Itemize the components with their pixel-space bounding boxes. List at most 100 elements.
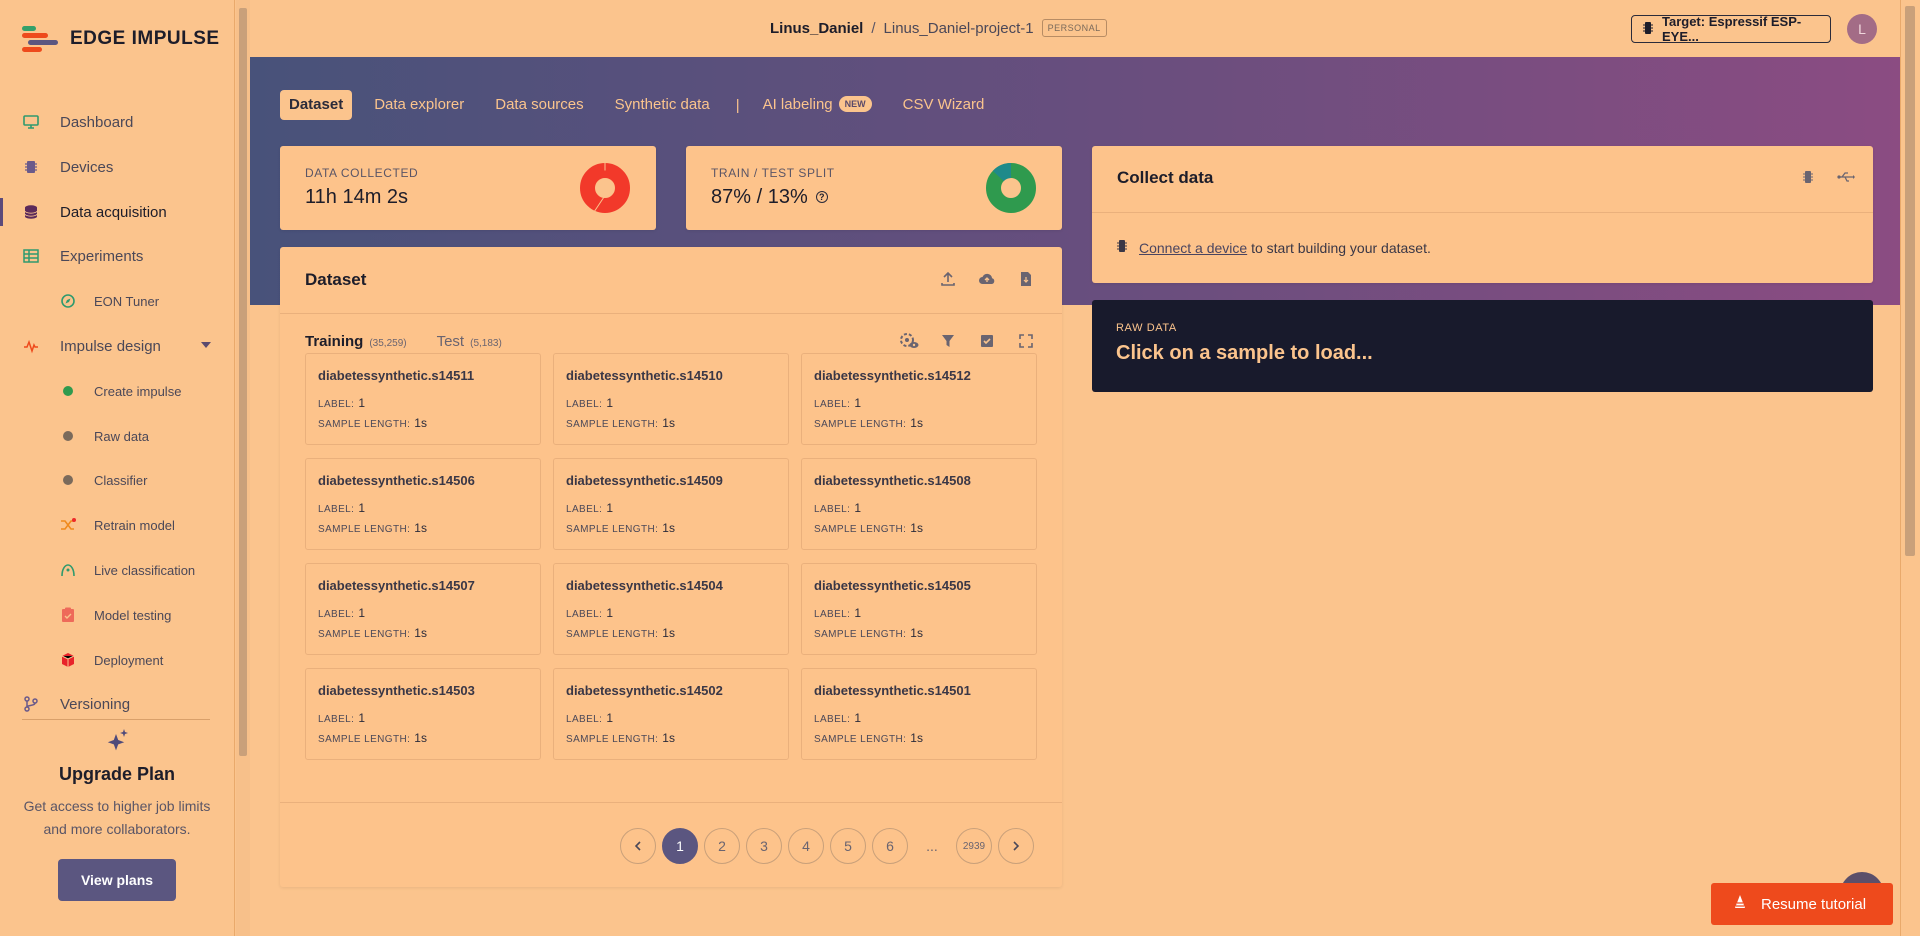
usb-icon[interactable] [1836,167,1856,187]
sample-card[interactable]: diabetessynthetic.s14502 LABEL: 1 SAMPLE LE… [553,668,789,760]
select-checkbox-icon[interactable] [977,331,997,351]
sample-label-key: LABEL: [318,399,355,410]
sidebar-item-impulse-design[interactable]: Impulse design [0,326,235,366]
sample-label-row: LABEL: 1 [814,396,861,410]
sample-name: diabetessynthetic.s14512 [814,368,971,383]
sample-name: diabetessynthetic.s14501 [814,683,971,698]
sidebar-item-label: Devices [60,158,114,176]
cloud-upload-icon[interactable] [977,269,997,289]
page-button[interactable]: 2 [704,828,740,864]
sample-card[interactable]: diabetessynthetic.s14504 LABEL: 1 SAMPLE LE… [553,563,789,655]
page-button[interactable]: 4 [788,828,824,864]
sample-card[interactable]: diabetessynthetic.s14501 LABEL: 1 SAMPLE LE… [801,668,1037,760]
sample-name: diabetessynthetic.s14508 [814,473,971,488]
page-button[interactable]: 6 [872,828,908,864]
sample-card[interactable]: diabetessynthetic.s14508 LABEL: 1 SAMPLE LE… [801,458,1037,550]
sample-length-value: 1s [662,521,675,535]
sidebar-item-deployment[interactable]: Deployment [0,640,235,680]
sample-label-row: LABEL: 1 [318,396,365,410]
tab-data-explorer[interactable]: Data explorer [365,90,473,120]
sample-label-row: LABEL: 1 [318,606,365,620]
sample-length-key: SAMPLE LENGTH: [814,629,907,640]
tab-synthetic-data[interactable]: Synthetic data [606,90,719,120]
sample-card[interactable]: diabetessynthetic.s14511 LABEL: 1 SAMPLE LE… [305,353,541,445]
sample-card[interactable]: diabetessynthetic.s14506 LABEL: 1 SAMPLE LE… [305,458,541,550]
sidebar-item-versioning[interactable]: Versioning [0,684,235,724]
resume-tutorial-button[interactable]: Resume tutorial [1711,883,1893,925]
target-device-button[interactable]: Target: Espressif ESP-EYE... [1631,14,1831,44]
sample-label-value: 1 [358,396,365,410]
sidebar-item-devices[interactable]: Devices [0,147,235,187]
sample-label-value: 1 [854,711,861,725]
tab-ai-labeling[interactable]: AI labeling NEW [754,90,881,120]
page-button[interactable]: 2939 [956,828,992,864]
chip-icon[interactable] [1798,167,1818,187]
data-collected-label: DATA COLLECTED [305,166,419,180]
sidebar-item-data-acquisition[interactable]: Data acquisition [0,192,235,232]
sample-card[interactable]: diabetessynthetic.s14505 LABEL: 1 SAMPLE LE… [801,563,1037,655]
tab-dataset[interactable]: Dataset [280,90,353,120]
next-page-button[interactable] [998,828,1034,864]
help-icon[interactable]: ? [815,191,828,203]
sample-length-key: SAMPLE LENGTH: [814,419,907,430]
expand-icon[interactable] [1016,331,1036,351]
sidebar-item-retrain-model[interactable]: Retrain model [0,505,235,545]
top-bar: Linus_Daniel / Linus_Daniel-project-1 PE… [250,0,1900,57]
tab-training[interactable]: Training (35,259) [305,333,407,350]
sample-label-row: LABEL: 1 [814,711,861,725]
database-icon [22,203,40,221]
sample-name: diabetessynthetic.s14504 [566,578,723,593]
sidebar-item-live-classification[interactable]: Live classification [0,550,235,590]
sidebar-item-label: Create impulse [94,383,182,399]
page-button[interactable]: 1 [662,828,698,864]
export-file-icon[interactable] [1016,269,1036,289]
breadcrumb-project[interactable]: Linus_Daniel-project-1 [884,20,1034,37]
tab-test[interactable]: Test (5,183) [437,333,502,350]
page-button[interactable]: 5 [830,828,866,864]
avatar[interactable]: L [1847,14,1877,44]
tab-data-sources[interactable]: Data sources [486,90,592,120]
raw-data-label: RAW DATA [1116,322,1177,334]
filter-icon[interactable] [938,331,958,351]
upgrade-title: Upgrade Plan [58,764,176,784]
sidebar-item-create-impulse[interactable]: Create impulse [0,371,235,411]
sample-card[interactable]: diabetessynthetic.s14509 LABEL: 1 SAMPLE LE… [553,458,789,550]
sample-length-value: 1s [662,416,675,430]
page-scrollbar-thumb[interactable] [1905,6,1915,556]
sample-card[interactable]: diabetessynthetic.s14512 LABEL: 1 SAMPLE LE… [801,353,1037,445]
sample-label-value: 1 [854,606,861,620]
sample-label-value: 1 [606,711,613,725]
sidebar-item-model-testing[interactable]: Model testing [0,595,235,635]
sample-name: diabetessynthetic.s14502 [566,683,723,698]
breadcrumb-user[interactable]: Linus_Daniel [770,20,863,37]
sidebar-item-dashboard[interactable]: Dashboard [0,102,235,142]
connect-device-link[interactable]: Connect a device [1139,240,1247,256]
sidebar-item-classifier[interactable]: Classifier [0,460,235,500]
resume-tutorial-label: Resume tutorial [1761,895,1867,913]
sample-card[interactable]: diabetessynthetic.s14510 LABEL: 1 SAMPLE LE… [553,353,789,445]
sidebar-item-raw-data[interactable]: Raw data [0,416,235,456]
view-plans-button[interactable]: View plans [58,859,176,901]
sidebar-scrollbar-thumb[interactable] [239,8,247,756]
sample-card[interactable]: diabetessynthetic.s14503 LABEL: 1 SAMPLE LE… [305,668,541,760]
collect-data-title: Collect data [1117,168,1214,187]
sample-length-value: 1s [662,626,675,640]
sample-label-row: LABEL: 1 [566,501,613,515]
sample-length-row: SAMPLE LENGTH: 1s [566,626,675,640]
brand-logo[interactable]: EDGE IMPULSE [22,26,220,52]
prev-page-button[interactable] [620,828,656,864]
sample-label-value: 1 [606,606,613,620]
tab-csv-wizard[interactable]: CSV Wizard [894,90,994,120]
page-button[interactable]: 3 [746,828,782,864]
upload-icon[interactable] [938,269,958,289]
sample-name: diabetessynthetic.s14505 [814,578,971,593]
tab-separator: | [735,96,740,114]
sidebar-item-eon-tuner[interactable]: EON Tuner [0,281,235,321]
visibility-settings-icon[interactable] [899,331,919,351]
sidebar-item-label: Versioning [60,695,131,713]
sample-label-value: 1 [606,396,613,410]
sidebar-item-experiments[interactable]: Experiments [0,236,235,276]
collect-data-message: Connect a device to start building your … [1117,239,1431,256]
sample-card[interactable]: diabetessynthetic.s14507 LABEL: 1 SAMPLE LE… [305,563,541,655]
chevron-down-icon[interactable] [201,342,211,348]
